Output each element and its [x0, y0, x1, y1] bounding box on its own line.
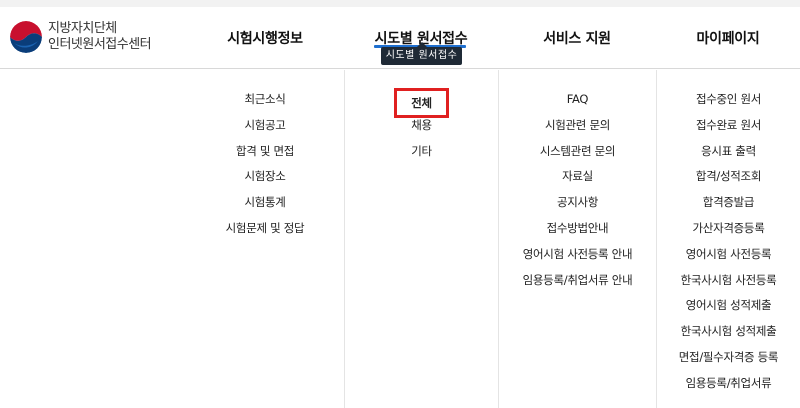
submenu-mypage: 접수중인 원서 접수완료 원서 응시표 출력 합격/성적조회 합격증발급 가산자… [656, 70, 800, 408]
submenu-link[interactable]: 시험공고 [238, 116, 291, 134]
submenu-link[interactable]: 접수완료 원서 [690, 116, 767, 134]
submenu-item[interactable]: 최근소식 [186, 88, 344, 114]
submenu-link[interactable]: 가산자격증등록 [687, 219, 771, 237]
menu-tooltip: 시도별 원서접수 [381, 42, 462, 65]
logo-text: 지방자치단체 인터넷원서접수센터 [48, 21, 152, 53]
submenu-item[interactable]: 접수중인 원서 [657, 88, 800, 114]
submenu-item[interactable]: 임용등록/취업서류 [657, 372, 800, 398]
submenu-link[interactable]: 임용등록/취업서류 [680, 374, 778, 392]
submenu-link[interactable]: 시험통계 [238, 193, 291, 211]
submenu-item[interactable]: 채용 [345, 114, 498, 140]
submenu-item[interactable]: 한국사시험 성적제출 [657, 320, 800, 346]
submenu-item[interactable]: 시험문제 및 정답 [186, 217, 344, 243]
nav-menu-service-support[interactable]: 서비스 지원 [498, 7, 656, 69]
nav-menu-exam-info[interactable]: 시험시행정보 [186, 7, 344, 69]
submenu-link[interactable]: 면접/필수자격증 등록 [673, 348, 784, 366]
submenu-item[interactable]: 한국사시험 사전등록 [657, 269, 800, 295]
dropdown-panel: 최근소식 시험공고 합격 및 면접 시험장소 시험통계 시험문제 및 정답 전체… [0, 70, 800, 408]
submenu-item[interactable]: 공지사항 [499, 191, 656, 217]
submenu-item[interactable]: 영어시험 사전등록 안내 [499, 243, 656, 269]
submenu-link[interactable]: 접수방법안내 [541, 219, 615, 237]
nav-menu-mypage[interactable]: 마이페이지 [656, 7, 800, 69]
submenu-link[interactable]: 한국사시험 성적제출 [675, 322, 783, 340]
submenu-item[interactable]: 시험통계 [186, 191, 344, 217]
submenu-link[interactable]: 접수중인 원서 [690, 90, 767, 108]
submenu-item[interactable]: 접수완료 원서 [657, 114, 800, 140]
submenu-item-all[interactable]: 전체 [345, 88, 498, 118]
header: 지방자치단체 인터넷원서접수센터 시험시행정보 시도별 원서접수 서비스 지원 … [0, 7, 800, 69]
submenu-link[interactable]: 합격증발급 [697, 193, 760, 211]
submenu-item[interactable]: 기타 [345, 140, 498, 166]
submenu-item[interactable]: 시스템관련 문의 [499, 140, 656, 166]
submenu-regional-application: 전체 채용 기타 [344, 70, 498, 408]
submenu-link[interactable]: 합격/성적조회 [690, 167, 767, 185]
submenu-item[interactable]: 응시표 출력 [657, 140, 800, 166]
submenu-item[interactable]: 시험공고 [186, 114, 344, 140]
submenu-link[interactable]: 기타 [405, 142, 438, 160]
submenu-item[interactable]: 시험장소 [186, 165, 344, 191]
submenu-link[interactable]: 합격 및 면접 [230, 142, 300, 160]
submenu-link[interactable]: 영어시험 성적제출 [680, 296, 778, 314]
submenu-item[interactable]: 임용등록/취업서류 안내 [499, 269, 656, 295]
submenu-service-support: FAQ 시험관련 문의 시스템관련 문의 자료실 공지사항 접수방법안내 영어시… [498, 70, 656, 408]
submenu-item[interactable]: 시험관련 문의 [499, 114, 656, 140]
logo-line-1: 지방자치단체 [48, 21, 117, 36]
submenu-item[interactable]: 합격증발급 [657, 191, 800, 217]
submenu-link[interactable]: 시험관련 문의 [539, 116, 616, 134]
submenu-link[interactable]: 시험문제 및 정답 [220, 219, 311, 237]
submenu-item[interactable]: 영어시험 사전등록 [657, 243, 800, 269]
submenu-item[interactable]: FAQ [499, 88, 656, 114]
submenu-link[interactable]: 영어시험 사전등록 [680, 245, 778, 263]
submenu-item[interactable]: 접수방법안내 [499, 217, 656, 243]
government-emblem-icon [10, 21, 42, 53]
submenu-link[interactable]: 최근소식 [238, 90, 291, 108]
submenu-item[interactable]: 가산자격증등록 [657, 217, 800, 243]
submenu-link[interactable]: 한국사시험 사전등록 [675, 271, 783, 289]
submenu-link[interactable]: FAQ [561, 90, 594, 108]
submenu-exam-info: 최근소식 시험공고 합격 및 면접 시험장소 시험통계 시험문제 및 정답 [186, 70, 344, 408]
submenu-item[interactable]: 합격 및 면접 [186, 140, 344, 166]
site-logo[interactable]: 지방자치단체 인터넷원서접수센터 [10, 21, 152, 53]
submenu-link[interactable]: 자료실 [556, 167, 599, 185]
submenu-item[interactable]: 영어시험 성적제출 [657, 294, 800, 320]
submenu-link[interactable]: 영어시험 사전등록 안내 [517, 245, 639, 263]
submenu-item[interactable]: 자료실 [499, 165, 656, 191]
submenu-item[interactable]: 면접/필수자격증 등록 [657, 346, 800, 372]
submenu-link[interactable]: 시스템관련 문의 [534, 142, 621, 160]
top-strip [0, 0, 800, 7]
logo-line-2: 인터넷원서접수센터 [48, 37, 152, 52]
submenu-link[interactable]: 임용등록/취업서류 안내 [517, 271, 639, 289]
submenu-link[interactable]: 채용 [405, 116, 438, 134]
submenu-item[interactable]: 합격/성적조회 [657, 165, 800, 191]
submenu-link[interactable]: 공지사항 [551, 193, 604, 211]
submenu-link[interactable]: 응시표 출력 [695, 142, 762, 160]
submenu-link[interactable]: 시험장소 [238, 167, 291, 185]
